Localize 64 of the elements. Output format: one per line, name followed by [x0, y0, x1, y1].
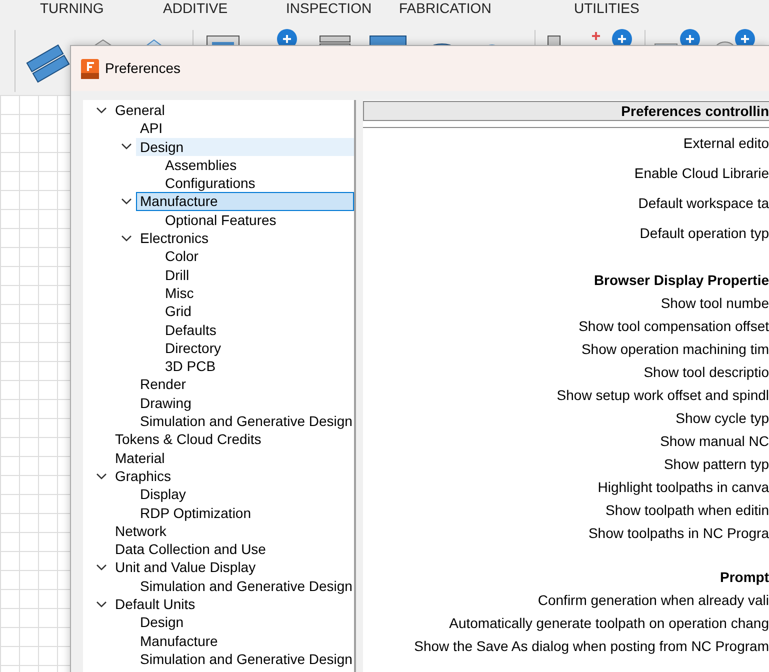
tree-item[interactable]: Design: [136, 138, 354, 156]
tree-item[interactable]: Unit and Value Display: [111, 558, 354, 577]
setting-label: Default workspace ta: [638, 195, 769, 211]
tree-item[interactable]: Optional Features: [161, 210, 354, 230]
ribbon-tab[interactable]: FABRICATION: [399, 0, 492, 16]
setting-label: Show tool numbe: [660, 295, 769, 311]
tree-item[interactable]: API: [136, 119, 354, 138]
tree-item[interactable]: General: [111, 101, 354, 120]
setting-label: External edito: [683, 135, 769, 151]
ribbon-tab[interactable]: ADDITIVE: [163, 0, 228, 16]
tree-item[interactable]: Default Units: [111, 595, 354, 614]
setting-label: Show tool compensation offset: [578, 318, 769, 334]
section-heading: Browser Display Propertie: [594, 272, 769, 288]
tree-item[interactable]: 3D PCB: [161, 357, 354, 376]
tree-item[interactable]: Simulation and Generative Design: [136, 576, 354, 596]
setting-label: Show setup work offset and spindl: [556, 387, 769, 403]
tree-item[interactable]: Electronics: [136, 229, 354, 248]
tree-item[interactable]: Material: [111, 448, 354, 467]
app-logo-icon: [81, 58, 99, 78]
tree-item[interactable]: RDP Optimization: [136, 504, 354, 522]
chevron-down-icon[interactable]: [96, 598, 106, 610]
tree-item[interactable]: Assemblies: [161, 156, 354, 174]
chevron-down-icon[interactable]: [120, 232, 132, 244]
tree-item[interactable]: Display: [136, 485, 354, 504]
setting-label: Show the Save As dialog when posting from NC Program: [414, 638, 769, 654]
setting-label: Show manual NC: [660, 433, 769, 449]
setting-label: Enable Cloud Librarie: [634, 165, 769, 181]
tree-item[interactable]: Configurations: [161, 174, 354, 192]
setting-label: Automatically generate toolpath on operation chang: [449, 615, 769, 631]
section-heading: Prompt: [720, 569, 769, 585]
tree-item[interactable]: Design: [136, 613, 354, 632]
panel-header: Preferences controllin: [363, 101, 769, 121]
setting-label: Show toolpath when editin: [606, 502, 769, 518]
tree-item[interactable]: Network: [111, 522, 354, 540]
setting-label: Show pattern typ: [664, 456, 769, 472]
tree-item[interactable]: Graphics: [111, 466, 354, 486]
tree-item[interactable]: Color: [161, 247, 354, 266]
tree-item[interactable]: Drill: [161, 266, 354, 284]
tree-item[interactable]: Simulation and Generative Design: [136, 412, 354, 430]
setting-label: Show operation machining tim: [581, 341, 769, 357]
tree-item[interactable]: Manufacture: [136, 632, 354, 650]
plates-icon[interactable]: [26, 44, 70, 83]
chevron-down-icon[interactable]: [96, 470, 106, 482]
tree-item[interactable]: Simulation and Generative Design: [136, 650, 354, 668]
tree-item[interactable]: Manufacture: [136, 192, 354, 211]
tree-item[interactable]: Data Collection and Use: [111, 540, 354, 558]
tree-item[interactable]: Grid: [161, 302, 354, 321]
chevron-down-icon[interactable]: [96, 104, 106, 116]
setting-label: Default operation typ: [640, 225, 769, 241]
ribbon-tab[interactable]: TURNING: [40, 0, 104, 16]
setting-label: Show toolpaths in NC Progra: [588, 525, 769, 541]
setting-label: Highlight toolpaths in canva: [598, 479, 769, 495]
setting-label: Confirm generation when already vali: [538, 592, 769, 608]
tree-item[interactable]: Directory: [161, 338, 354, 358]
tree-item[interactable]: Tokens & Cloud Credits: [111, 430, 354, 449]
setting-label: Show tool descriptio: [644, 364, 769, 380]
tree-item[interactable]: Render: [136, 375, 354, 394]
dialog-title: Preferences: [105, 59, 180, 78]
ribbon-tab[interactable]: UTILITIES: [574, 0, 640, 16]
setting-label: Show cycle typ: [676, 410, 769, 426]
tree-item[interactable]: Misc: [161, 284, 354, 302]
tree-item[interactable]: Drawing: [136, 394, 354, 412]
ribbon-tab[interactable]: INSPECTION: [286, 0, 372, 16]
tree-item[interactable]: Defaults: [161, 320, 354, 339]
